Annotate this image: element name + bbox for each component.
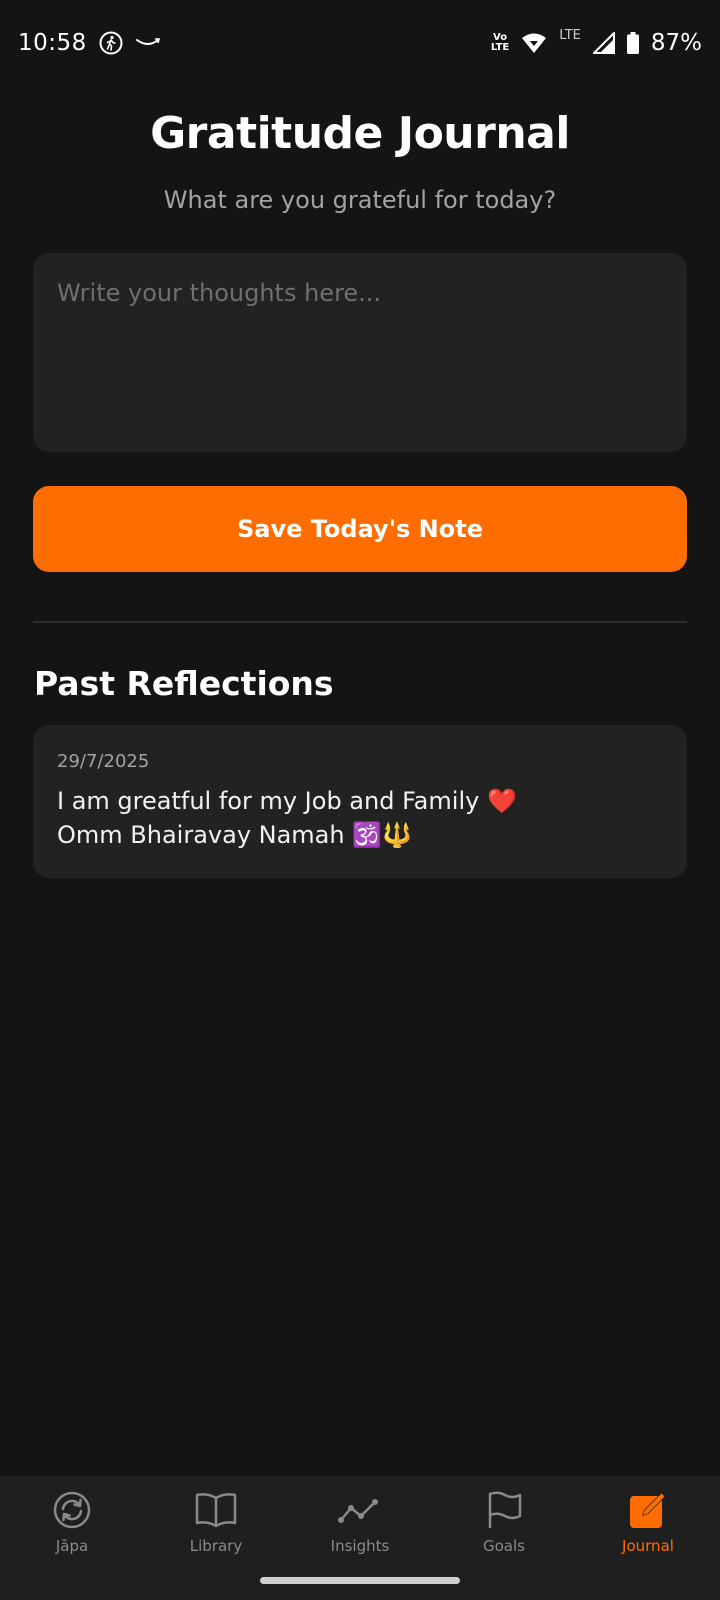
nav-item-japa[interactable]: Jāpa xyxy=(0,1476,144,1574)
battery-icon xyxy=(626,32,639,54)
nav-label-library: Library xyxy=(189,1537,243,1555)
reflection-text: I am greatful for my Job and Family ❤️ O… xyxy=(57,787,517,849)
status-time: 10:58 xyxy=(18,30,87,56)
section-divider xyxy=(33,621,687,623)
thoughts-input[interactable] xyxy=(33,253,687,452)
walking-activity-icon xyxy=(99,31,123,55)
nav-item-goals[interactable]: Goals xyxy=(432,1476,576,1574)
nav-label-japa: Jāpa xyxy=(55,1537,89,1555)
battery-percent: 87% xyxy=(650,30,702,56)
status-right: Vo LTE LTE 87% xyxy=(490,27,702,57)
flag-icon xyxy=(484,1490,524,1530)
nav-item-insights[interactable]: Insights xyxy=(288,1476,432,1574)
edit-note-icon xyxy=(628,1490,668,1530)
save-note-button[interactable]: Save Today's Note xyxy=(33,486,687,572)
bottom-nav: Jāpa Library Insights Goals Journal xyxy=(0,1476,720,1574)
volte-icon: Vo LTE xyxy=(490,32,510,53)
line-chart-icon xyxy=(337,1490,383,1530)
page-title: Gratitude Journal xyxy=(150,108,570,159)
nav-label-journal: Journal xyxy=(622,1537,674,1555)
journal-screen: 10:58 Vo LTE LTE 87% Gratitude Journal W… xyxy=(0,0,720,1600)
amazon-smile-icon xyxy=(135,36,161,50)
nav-item-library[interactable]: Library xyxy=(144,1476,288,1574)
status-left: 10:58 xyxy=(18,30,161,56)
page-subtitle: What are you grateful for today? xyxy=(163,186,557,214)
home-gesture-bar[interactable] xyxy=(260,1577,460,1584)
nav-label-insights: Insights xyxy=(330,1537,390,1555)
reflection-date: 29/7/2025 xyxy=(57,751,150,772)
status-bar: 10:58 Vo LTE LTE 87% xyxy=(0,0,720,86)
reflection-card[interactable]: 29/7/2025 I am greatful for my Job and F… xyxy=(33,725,687,878)
nav-item-journal[interactable]: Journal xyxy=(576,1476,720,1574)
japa-cycle-icon xyxy=(52,1490,92,1530)
wifi-icon xyxy=(521,32,547,54)
cell-signal-icon xyxy=(592,32,615,54)
past-reflections-title: Past Reflections xyxy=(34,664,334,703)
book-icon xyxy=(194,1490,238,1530)
nav-label-goals: Goals xyxy=(483,1537,525,1555)
lte-label: LTE xyxy=(559,27,581,43)
